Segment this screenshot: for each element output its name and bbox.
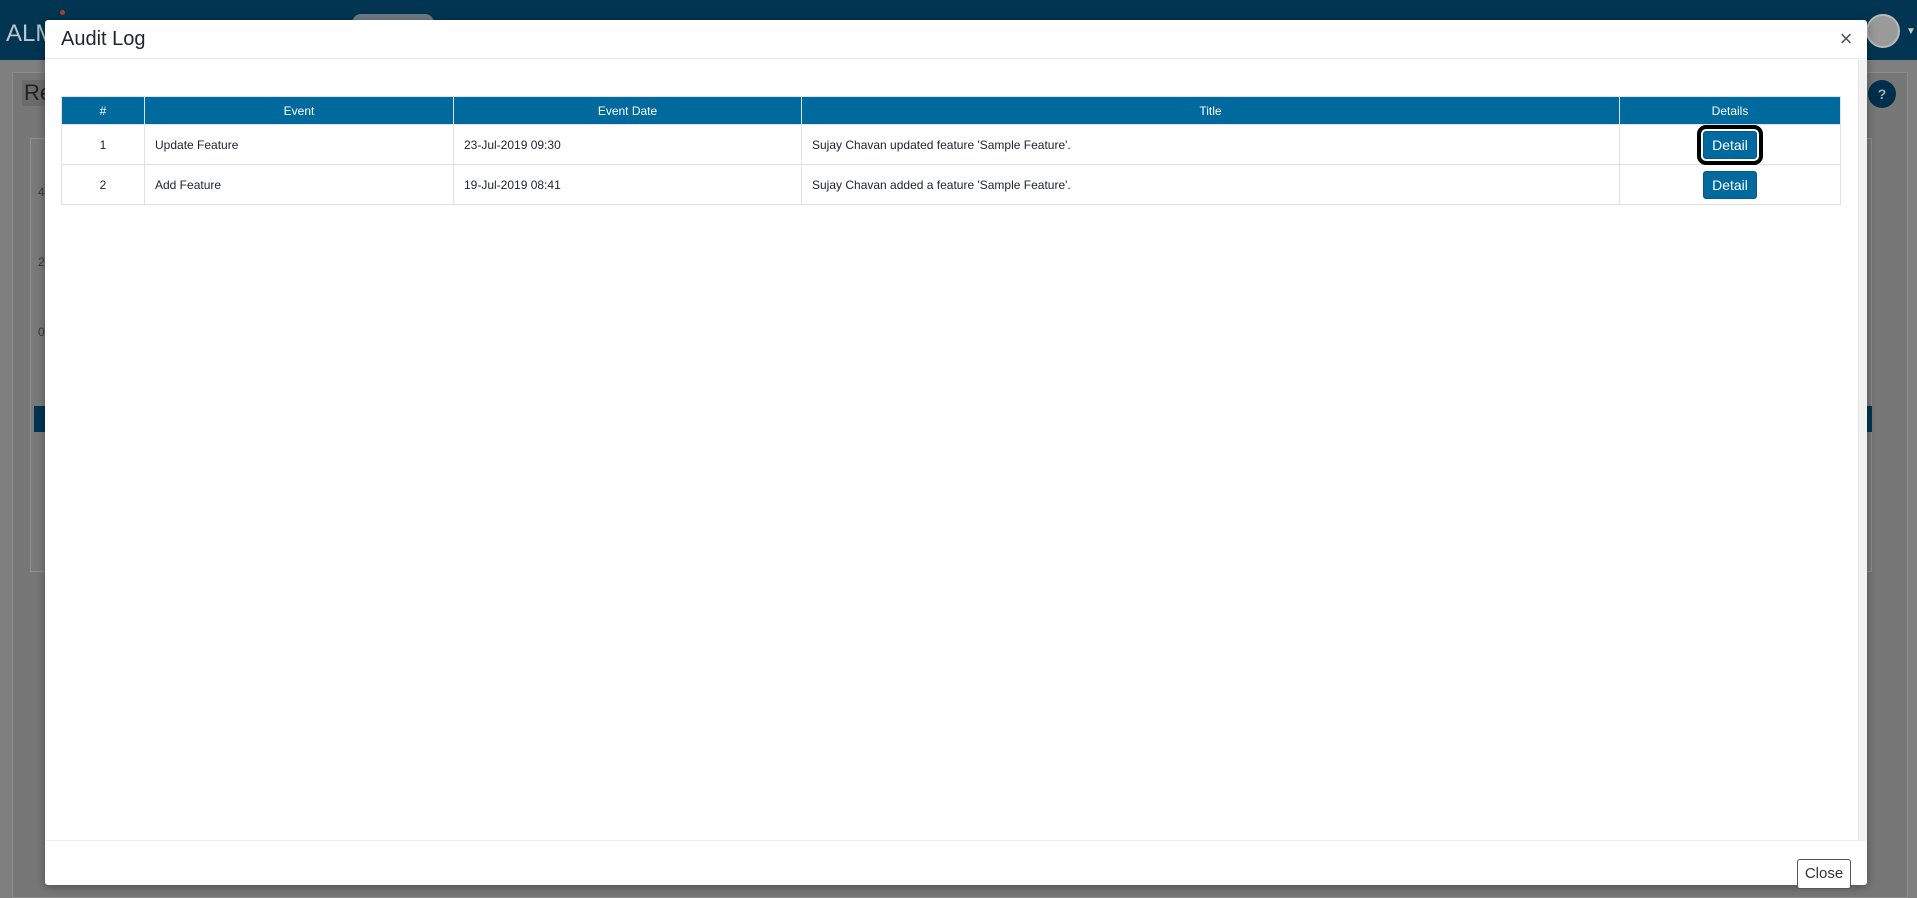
row-event-date: 23-Jul-2019 09:30 [453, 124, 802, 165]
modal-title: Audit Log [61, 28, 146, 50]
table-header-row: # Event Event Date Title Details [61, 96, 1841, 125]
row-number: 2 [61, 164, 145, 205]
row-event-date: 19-Jul-2019 08:41 [453, 164, 802, 205]
column-header-event-date: Event Date [453, 96, 802, 125]
column-header-event: Event [144, 96, 454, 125]
user-avatar-icon[interactable] [1866, 14, 1900, 48]
detail-button[interactable]: Detail [1697, 124, 1763, 165]
help-icon[interactable]: ? [1868, 80, 1896, 108]
close-icon[interactable]: × [1833, 26, 1859, 52]
audit-log-modal: Audit Log × # Event Event Date Title Det… [45, 20, 1867, 889]
row-number: 1 [61, 124, 145, 165]
audit-log-table: # Event Event Date Title Details 1 Updat… [61, 96, 1841, 205]
row-title: Sujay Chavan updated feature 'Sample Fea… [801, 124, 1620, 165]
background-axis-tick: 0 [38, 325, 45, 339]
avatar-caret-icon[interactable]: ▼ [1906, 26, 1916, 37]
table-row: 2 Add Feature 19-Jul-2019 08:41 Sujay Ch… [61, 164, 1841, 205]
row-event: Add Feature [144, 164, 454, 205]
background-axis-tick: 4 [38, 185, 45, 199]
modal-footer: Close [45, 840, 1867, 889]
modal-body: # Event Event Date Title Details 1 Updat… [45, 60, 1858, 840]
close-button[interactable]: Close [1797, 859, 1851, 889]
detail-button[interactable]: Detail [1703, 170, 1757, 199]
row-title: Sujay Chavan added a feature 'Sample Fea… [801, 164, 1620, 205]
logo-accent-dot [60, 10, 65, 15]
column-header-number: # [61, 96, 145, 125]
background-axis-tick: 2 [38, 255, 45, 269]
modal-header: Audit Log × [45, 20, 1867, 59]
modal-scrollbar[interactable] [1858, 60, 1867, 840]
column-header-details: Details [1619, 96, 1841, 125]
row-details-cell: Detail [1619, 124, 1841, 165]
column-header-title: Title [801, 96, 1620, 125]
row-details-cell: Detail [1619, 164, 1841, 205]
row-event: Update Feature [144, 124, 454, 165]
table-row: 1 Update Feature 23-Jul-2019 09:30 Sujay… [61, 124, 1841, 165]
